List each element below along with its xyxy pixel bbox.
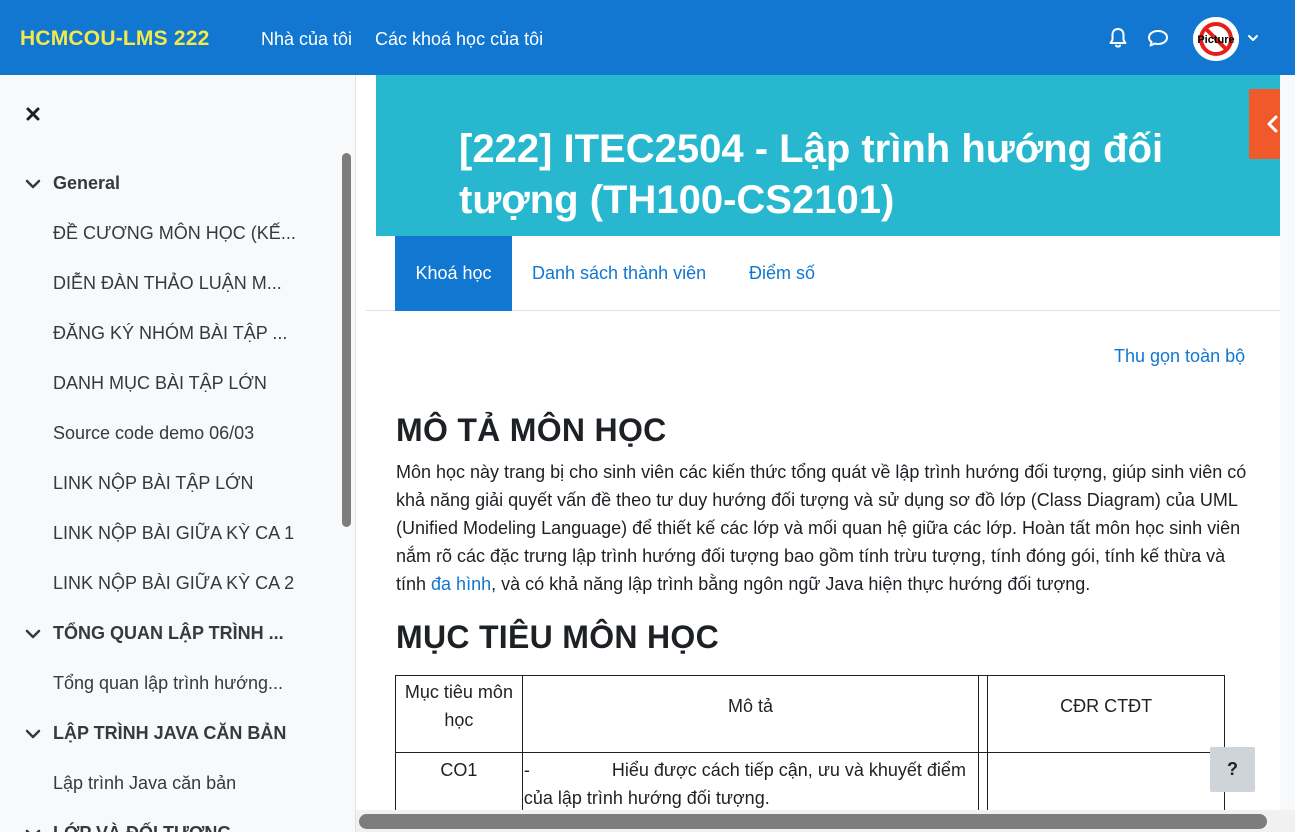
tab-course[interactable]: Khoá học bbox=[395, 236, 512, 311]
close-icon[interactable] bbox=[24, 105, 42, 123]
section-general[interactable]: General bbox=[24, 173, 120, 194]
drawer-item[interactable]: Tổng quan lập trình hướng... bbox=[53, 673, 283, 694]
section-oop-overview[interactable]: TỔNG QUAN LẬP TRÌNH ... bbox=[24, 623, 284, 644]
no-picture-icon: Picture bbox=[1193, 17, 1239, 61]
collapse-all-link[interactable]: Thu gọn toàn bộ bbox=[1114, 346, 1245, 367]
drawer-item[interactable]: LINK NỘP BÀI GIỮA KỲ CA 1 bbox=[53, 523, 294, 544]
section-class-object[interactable]: LỚP VÀ ĐỐI TƯỢNG bbox=[24, 823, 231, 832]
section-java-basics[interactable]: LẬP TRÌNH JAVA CĂN BẢN bbox=[24, 723, 286, 744]
drawer-item[interactable]: ĐĂNG KÝ NHÓM BÀI TẬP ... bbox=[53, 323, 287, 344]
drawer-item[interactable]: Lập trình Java căn bản bbox=[53, 773, 236, 794]
table-cell-description: - Hiểu được cách tiếp cận, ưu và khuyết đ… bbox=[521, 752, 980, 813]
section-title: General bbox=[53, 173, 121, 193]
table-cell-outcome bbox=[987, 752, 1225, 813]
section-title: LẬP TRÌNH JAVA CĂN BẢN bbox=[53, 723, 287, 743]
drawer-item[interactable]: Source code demo 06/03 bbox=[53, 423, 254, 444]
table-header-cell bbox=[978, 675, 989, 753]
course-tabs: Khoá học Danh sách thành viên Điểm số bbox=[366, 236, 1280, 311]
goals-table: Mục tiêu môn học Mô tả CĐR CTĐT CO1 - Hiể… bbox=[395, 675, 1225, 813]
section-title: LỚP VÀ ĐỐI TƯỢNG bbox=[53, 823, 231, 832]
drawer-item[interactable]: LINK NỘP BÀI GIỮA KỲ CA 2 bbox=[53, 573, 294, 594]
drawer-item[interactable]: DIỄN ĐÀN THẢO LUẬN M... bbox=[53, 273, 282, 294]
chevron-down-icon bbox=[25, 829, 41, 832]
table-row: CO1 - Hiểu được cách tiếp cận, ưu và khuy… bbox=[395, 752, 1225, 813]
course-index-drawer: General ĐỀ CƯƠNG MÔN HỌC (KẾ... DIỄN ĐÀN… bbox=[0, 75, 356, 832]
page-right-gutter bbox=[1280, 75, 1295, 810]
course-title: [222] ITEC2504 - Lập trình hướng đối tượ… bbox=[459, 127, 1164, 222]
polymorphism-link[interactable]: đa hình bbox=[431, 574, 491, 594]
bullet-dash: - bbox=[523, 760, 530, 780]
table-header-row: Mục tiêu môn học Mô tả CĐR CTĐT bbox=[395, 675, 1225, 753]
drawer-scrollbar[interactable] bbox=[342, 153, 351, 527]
chevron-down-icon bbox=[25, 729, 41, 738]
description-text-end: , và có khả năng lập trình bằng ngôn ngữ… bbox=[491, 574, 1091, 594]
table-header-cell: Mô tả bbox=[521, 675, 980, 753]
table-cell-code: CO1 bbox=[395, 752, 523, 813]
chevron-down-icon bbox=[25, 629, 41, 638]
chevron-down-icon bbox=[25, 179, 41, 188]
top-navbar: HCMCOU-LMS 222 Nhà của tôi Các khoá học … bbox=[0, 0, 1295, 75]
goal-text: Hiểu được cách tiếp cận, ưu và khuyết đi… bbox=[523, 760, 966, 808]
tab-grades[interactable]: Điểm số bbox=[749, 236, 815, 311]
goals-heading: MỤC TIÊU MÔN HỌC bbox=[396, 619, 720, 655]
description-paragraph: Môn học này trang bị cho sinh viên các k… bbox=[396, 458, 1256, 598]
drawer-item[interactable]: LINK NỘP BÀI TẬP LỚN bbox=[53, 473, 254, 494]
drawer-item[interactable]: ĐỀ CƯƠNG MÔN HỌC (KẾ... bbox=[53, 223, 296, 244]
tab-participants[interactable]: Danh sách thành viên bbox=[532, 236, 706, 311]
drawer-item[interactable]: DANH MỤC BÀI TẬP LỚN bbox=[53, 373, 267, 394]
description-heading: MÔ TẢ MÔN HỌC bbox=[396, 412, 667, 448]
avatar-text: Picture bbox=[1197, 34, 1234, 46]
user-avatar[interactable]: Picture bbox=[1193, 17, 1239, 61]
bell-icon[interactable] bbox=[1106, 26, 1130, 50]
horizontal-scrollbar-thumb[interactable] bbox=[359, 814, 1267, 829]
help-button[interactable]: ? bbox=[1210, 747, 1255, 792]
table-header-cell: CĐR CTĐT bbox=[987, 675, 1225, 753]
site-brand[interactable]: HCMCOU-LMS 222 bbox=[20, 27, 209, 51]
section-title: TỔNG QUAN LẬP TRÌNH ... bbox=[53, 623, 284, 643]
nav-my-courses-link[interactable]: Các khoá học của tôi bbox=[375, 29, 543, 50]
chevron-left-icon bbox=[1267, 115, 1278, 133]
table-cell-extra bbox=[978, 752, 989, 813]
chevron-down-icon[interactable] bbox=[1246, 31, 1260, 45]
table-header-cell: Mục tiêu môn học bbox=[395, 675, 523, 753]
nav-home-link[interactable]: Nhà của tôi bbox=[261, 29, 352, 50]
message-icon[interactable] bbox=[1146, 26, 1170, 50]
